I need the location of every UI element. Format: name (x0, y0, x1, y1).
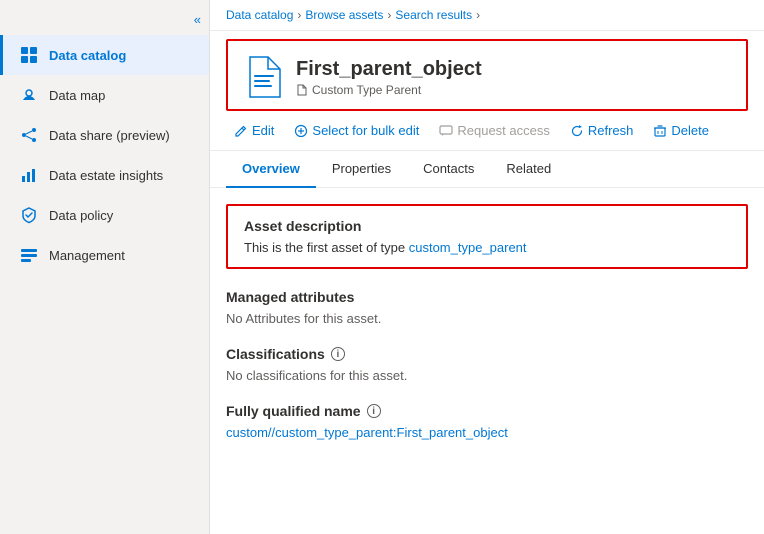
sidebar-item-label: Data map (49, 88, 105, 103)
managed-attributes-title: Managed attributes (226, 289, 748, 305)
asset-description-text: This is the first asset of type custom_t… (244, 240, 730, 255)
subtitle-file-icon (296, 84, 308, 96)
classifications-empty: No classifications for this asset. (226, 368, 748, 383)
asset-header: First_parent_object Custom Type Parent (226, 39, 748, 111)
sidebar-item-label: Data estate insights (49, 168, 163, 183)
sidebar: « Data catalog Data map (0, 0, 210, 534)
description-text-link[interactable]: custom_type_parent (409, 240, 527, 255)
sidebar-collapse-button[interactable]: « (0, 8, 209, 35)
delete-icon (653, 124, 667, 138)
asset-file-icon (244, 53, 284, 101)
managed-attributes-section: Managed attributes No Attributes for thi… (226, 289, 748, 326)
plus-circle-icon (294, 124, 308, 138)
fully-qualified-name-info-icon[interactable]: i (367, 404, 381, 418)
sidebar-item-management[interactable]: Management (0, 235, 209, 275)
tab-contacts[interactable]: Contacts (407, 151, 490, 188)
policy-icon (19, 205, 39, 225)
management-icon (19, 245, 39, 265)
breadcrumb-browse-assets[interactable]: Browse assets (305, 8, 383, 22)
breadcrumb-sep-1: › (297, 8, 301, 22)
sidebar-item-data-map[interactable]: Data map (0, 75, 209, 115)
asset-subtitle: Custom Type Parent (296, 83, 482, 97)
tab-related[interactable]: Related (490, 151, 567, 188)
sidebar-item-data-policy[interactable]: Data policy (0, 195, 209, 235)
delete-button[interactable]: Delete (645, 119, 717, 142)
asset-title: First_parent_object (296, 58, 482, 81)
main-content: Data catalog › Browse assets › Search re… (210, 0, 764, 534)
request-access-button[interactable]: Request access (431, 119, 558, 142)
asset-description-box: Asset description This is the first asse… (226, 204, 748, 269)
tabs: Overview Properties Contacts Related (210, 151, 764, 188)
catalog-icon (19, 45, 39, 65)
tab-properties[interactable]: Properties (316, 151, 407, 188)
classifications-info-icon[interactable]: i (331, 347, 345, 361)
sidebar-item-data-share[interactable]: Data share (preview) (0, 115, 209, 155)
share-icon (19, 125, 39, 145)
refresh-button[interactable]: Refresh (562, 119, 642, 142)
sidebar-item-label: Data policy (49, 208, 113, 223)
edit-button[interactable]: Edit (226, 119, 282, 142)
tab-overview[interactable]: Overview (226, 151, 316, 188)
asset-description-title: Asset description (244, 218, 730, 234)
map-icon (19, 85, 39, 105)
insights-icon (19, 165, 39, 185)
breadcrumb-sep-2: › (387, 8, 391, 22)
asset-subtitle-text: Custom Type Parent (312, 83, 421, 97)
fully-qualified-name-title: Fully qualified name i (226, 403, 748, 419)
classifications-section: Classifications i No classifications for… (226, 346, 748, 383)
bulk-edit-button[interactable]: Select for bulk edit (286, 119, 427, 142)
overview-content: Asset description This is the first asse… (210, 188, 764, 534)
managed-attributes-empty: No Attributes for this asset. (226, 311, 748, 326)
fully-qualified-name-value: custom//custom_type_parent:First_parent_… (226, 425, 748, 440)
toolbar: Edit Select for bulk edit Request access… (210, 111, 764, 151)
asset-title-block: First_parent_object Custom Type Parent (296, 58, 482, 97)
fully-qualified-name-section: Fully qualified name i custom//custom_ty… (226, 403, 748, 440)
sidebar-item-data-catalog[interactable]: Data catalog (0, 35, 209, 75)
sidebar-item-label: Management (49, 248, 125, 263)
sidebar-item-data-estate[interactable]: Data estate insights (0, 155, 209, 195)
breadcrumb-search-results[interactable]: Search results (395, 8, 472, 22)
classifications-title: Classifications i (226, 346, 748, 362)
description-text-prefix: This is the first asset of type (244, 240, 409, 255)
refresh-icon (570, 124, 584, 138)
sidebar-item-label: Data share (preview) (49, 128, 170, 143)
breadcrumb: Data catalog › Browse assets › Search re… (210, 0, 764, 31)
sidebar-item-label: Data catalog (49, 48, 126, 63)
chat-icon (439, 124, 453, 138)
edit-icon (234, 124, 248, 138)
breadcrumb-sep-3: › (476, 8, 480, 22)
breadcrumb-data-catalog[interactable]: Data catalog (226, 8, 293, 22)
